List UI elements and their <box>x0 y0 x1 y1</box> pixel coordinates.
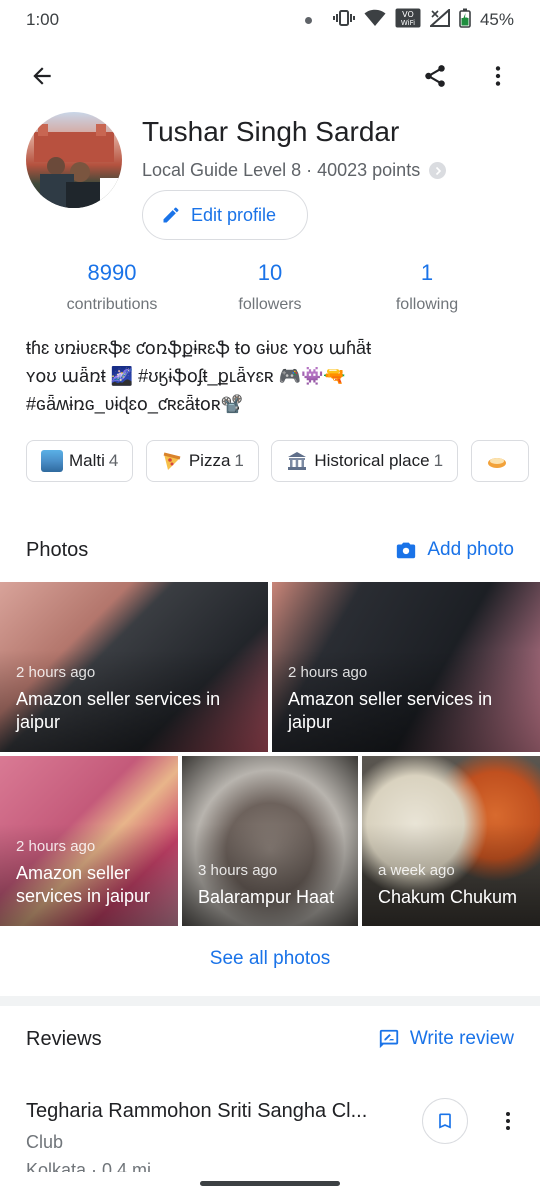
photo-time: 2 hours ago <box>16 838 96 855</box>
photos-title: Photos <box>26 538 89 561</box>
local-guide-level[interactable]: Local Guide Level 8 · 40023 points <box>142 160 447 181</box>
chip-count: 4 <box>108 451 119 470</box>
signal-icon <box>428 7 450 32</box>
photo-tile[interactable]: 3 hours ago Balarampur Haat <box>182 756 358 926</box>
photo-time: 3 hours ago <box>198 862 278 879</box>
profile-bio: ŧɦɛ ʊռɨʋɛʀֆɛ ƈօռֆքɨʀɛֆ ŧօ ɢɨʋɛ ʏօʊ աɦǟŧ … <box>26 334 516 418</box>
rate-review-icon <box>379 1029 398 1049</box>
bio-line: #ɢǟʍɨռɢ_ʋɨɖɛօ_ƈʀɛǟŧօʀ📽️ <box>26 394 244 414</box>
battery-icon <box>459 8 471 33</box>
stat-following[interactable]: 1 following <box>337 260 517 314</box>
interest-chips: Malti 4 Pizza 1 Historical place 1 <box>26 440 540 484</box>
avatar-photo <box>34 124 122 208</box>
review-place-type: Club <box>26 1132 64 1152</box>
save-place-button[interactable] <box>422 1098 468 1144</box>
stat-label: contributions <box>66 296 158 313</box>
status-time: 1:00 <box>26 10 60 29</box>
photo-tile[interactable]: a week ago Chakum Chukum <box>362 756 540 926</box>
profile-name: Tushar Singh Sardar <box>142 116 400 147</box>
museum-icon <box>286 450 308 472</box>
chip-label: Pizza <box>188 451 231 470</box>
add-photo-label: Add photo <box>427 539 514 560</box>
status-icons: VO WiFi 45% <box>304 7 514 33</box>
write-review-button[interactable]: Write review <box>378 1028 514 1050</box>
chip-malti[interactable]: Malti 4 <box>26 440 134 482</box>
review-place-location: Kolkata · 0.4 mi <box>26 1160 152 1172</box>
share-icon <box>425 65 445 87</box>
back-button[interactable] <box>18 52 66 100</box>
level-text: Local Guide Level 8 · 40023 points <box>142 160 421 180</box>
photo-place: Balarampur Haat <box>198 887 335 907</box>
city-icon <box>41 450 63 472</box>
see-all-photos-link[interactable]: See all photos <box>0 948 540 970</box>
wifi-icon <box>364 9 386 32</box>
chip-label: Malti <box>69 451 105 470</box>
photo-time: 2 hours ago <box>16 664 96 681</box>
photo-place: Amazon seller services in jaipur <box>16 689 221 732</box>
review-place-name[interactable]: Tegharia Rammohon Sriti Sangha Cl... <box>26 1100 396 1123</box>
arrow-back-icon <box>33 67 51 85</box>
photos-header: Photos Add photo <box>26 533 514 567</box>
chip-label: Historical place <box>314 451 430 470</box>
stat-value: 1 <box>420 260 434 285</box>
app-bar <box>0 50 540 102</box>
stat-value: 8990 <box>87 260 137 285</box>
edit-profile-button[interactable]: Edit profile <box>142 190 308 240</box>
review-more-button[interactable] <box>484 1097 532 1145</box>
chip-count: 1 <box>433 451 444 470</box>
vibrate-icon <box>332 9 355 32</box>
stat-followers[interactable]: 10 followers <box>180 260 360 314</box>
stat-contributions[interactable]: 8990 contributions <box>22 260 202 314</box>
write-review-label: Write review <box>409 1028 514 1049</box>
chip-historical-place[interactable]: Historical place 1 <box>271 440 459 482</box>
photo-place: Amazon seller services in jaipur <box>16 863 151 906</box>
reviews-title: Reviews <box>26 1027 102 1050</box>
photo-time: 2 hours ago <box>288 664 368 681</box>
more-vert-icon <box>495 66 501 86</box>
photo-tile[interactable]: 2 hours ago Amazon seller services in ja… <box>272 582 540 752</box>
vowifi-icon: VO WiFi <box>395 8 421 33</box>
svg-text:WiFi: WiFi <box>401 19 415 27</box>
add-photo-button[interactable]: Add photo <box>395 539 514 561</box>
stat-label: followers <box>238 296 302 313</box>
status-bar: 1:00 VO WiFi 45% <box>0 0 540 40</box>
chip-more[interactable] <box>470 440 529 482</box>
add-photo-icon <box>397 539 416 559</box>
photo-tile[interactable]: 2 hours ago Amazon seller services in ja… <box>0 756 178 926</box>
battery-percent: 45% <box>479 10 514 29</box>
gesture-nav-handle[interactable] <box>200 1181 340 1186</box>
photo-tile[interactable]: 2 hours ago Amazon seller services in ja… <box>0 582 268 752</box>
pencil-icon <box>163 207 179 223</box>
profile-header: Tushar Singh Sardar Local Guide Level 8 … <box>26 110 526 250</box>
edit-profile-label: Edit profile <box>191 204 277 225</box>
photo-time: a week ago <box>378 862 455 879</box>
share-button[interactable] <box>411 52 459 100</box>
bookmark-icon <box>439 1113 451 1129</box>
more-vert-icon <box>506 1112 510 1130</box>
chip-count: 1 <box>234 451 244 470</box>
pizza-icon <box>161 450 183 472</box>
photo-place: Amazon seller services in jaipur <box>288 689 493 732</box>
section-divider <box>0 996 540 1006</box>
notification-dot-icon <box>304 16 312 24</box>
profile-stats: 8990 contributions 10 followers 1 follow… <box>0 260 540 320</box>
avatar[interactable] <box>26 112 122 208</box>
bio-line: ŧɦɛ ʊռɨʋɛʀֆɛ ƈօռֆքɨʀɛֆ ŧօ ɢɨʋɛ ʏօʊ աɦǟŧ <box>26 338 372 358</box>
stat-label: following <box>395 296 459 313</box>
chip-pizza[interactable]: Pizza 1 <box>145 440 259 482</box>
chevron-right-icon <box>429 162 447 179</box>
photo-place: Chakum Chukum <box>378 887 518 907</box>
stat-value: 10 <box>257 260 283 285</box>
more-options-button[interactable] <box>474 52 522 100</box>
bio-line: ʏօʊ աǟռŧ 🌌 #ʊӄɨֆօʄŧ_քʟǟʏɛʀ 🎮👾🔫 <box>26 366 346 386</box>
svg-text:VO: VO <box>402 10 414 19</box>
reviews-header: Reviews Write review <box>26 1022 514 1056</box>
food-icon <box>486 450 508 472</box>
